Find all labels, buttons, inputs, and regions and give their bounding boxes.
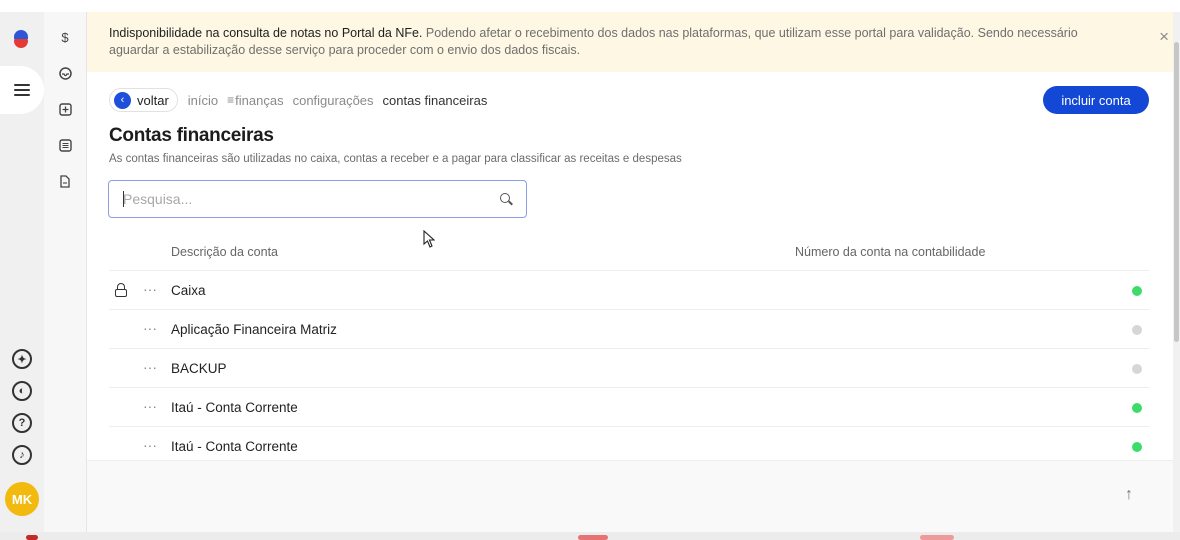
- text-caret: [123, 191, 124, 207]
- table-row[interactable]: ··· Aplicação Financeira Matriz: [109, 310, 1149, 349]
- menu-button[interactable]: [0, 66, 44, 114]
- table-row[interactable]: ··· BACKUP: [109, 349, 1149, 388]
- back-button[interactable]: ‹ voltar: [109, 88, 178, 112]
- account-description: Itaú - Conta Corrente: [171, 400, 298, 415]
- chevron-left-icon: ‹: [114, 91, 131, 109]
- scroll-to-top-icon[interactable]: ↑: [1125, 486, 1133, 504]
- scrollbar-thumb[interactable]: [1174, 42, 1179, 342]
- app-logo-icon[interactable]: [14, 30, 28, 48]
- menu-lines-icon: ≡: [227, 93, 235, 107]
- notification-bell-icon[interactable]: ♪: [12, 445, 32, 465]
- module-icon-column: $: [44, 12, 87, 532]
- close-icon[interactable]: ×: [1159, 28, 1169, 45]
- contrast-icon[interactable]: ◐: [12, 381, 32, 401]
- table-row[interactable]: ··· Caixa: [109, 271, 1149, 310]
- row-menu-icon[interactable]: ···: [143, 398, 157, 414]
- account-description: BACKUP: [171, 361, 227, 376]
- add-account-button[interactable]: incluir conta: [1043, 86, 1149, 114]
- status-indicator: [1132, 403, 1142, 413]
- status-indicator: [1132, 364, 1142, 374]
- breadcrumb-configuracoes[interactable]: configurações: [293, 93, 374, 108]
- row-menu-icon[interactable]: ···: [143, 437, 157, 453]
- top-strip: [0, 0, 1180, 12]
- lock-icon: [115, 283, 127, 297]
- mouse-cursor-icon: [423, 230, 435, 248]
- hamburger-menu-icon: [14, 84, 30, 96]
- dollar-icon[interactable]: $: [58, 30, 72, 45]
- breadcrumb-inicio[interactable]: início: [188, 93, 218, 108]
- row-menu-icon[interactable]: ···: [143, 281, 157, 297]
- list-footer-area: [87, 460, 1173, 532]
- status-indicator: [1132, 325, 1142, 335]
- column-header-description[interactable]: Descrição da conta: [171, 245, 278, 259]
- account-description: Caixa: [171, 283, 206, 298]
- scrollbar[interactable]: [1173, 12, 1180, 532]
- breadcrumb: ‹ voltar início ≡ finanças configurações…: [109, 88, 496, 112]
- left-rail: ✦ ◐ ? ♪ MK: [0, 12, 44, 532]
- service-alert-banner: Indisponibilidade na consulta de notas n…: [87, 12, 1173, 72]
- avatar[interactable]: MK: [5, 482, 39, 516]
- table-header: Descrição da conta Número da conta na co…: [109, 238, 1149, 271]
- row-menu-icon[interactable]: ···: [143, 359, 157, 375]
- row-menu-icon[interactable]: ···: [143, 320, 157, 336]
- search-input[interactable]: [123, 190, 483, 208]
- help-icon[interactable]: ?: [12, 413, 32, 433]
- page-title: Contas financeiras: [109, 125, 274, 146]
- network-icon[interactable]: ✦: [12, 349, 32, 369]
- search-icon[interactable]: [500, 193, 513, 206]
- main-content: Indisponibilidade na consulta de notas n…: [87, 12, 1173, 532]
- inbox-icon[interactable]: [58, 66, 72, 80]
- document-icon[interactable]: [58, 174, 72, 188]
- banner-title: Indisponibilidade na consulta de notas n…: [109, 26, 423, 40]
- account-description: Aplicação Financeira Matriz: [171, 322, 337, 337]
- bottom-strip: [0, 532, 1180, 540]
- column-header-account-number[interactable]: Número da conta na contabilidade: [795, 245, 985, 259]
- search-box: [108, 180, 527, 218]
- status-indicator: [1132, 442, 1142, 452]
- account-description: Itaú - Conta Corrente: [171, 439, 298, 454]
- plus-box-icon[interactable]: [58, 102, 72, 116]
- breadcrumb-contas-financeiras: contas financeiras: [382, 92, 488, 108]
- table-row[interactable]: ··· Itaú - Conta Corrente: [109, 388, 1149, 427]
- list-box-icon[interactable]: [58, 138, 72, 152]
- accounts-table: Descrição da conta Número da conta na co…: [109, 238, 1149, 466]
- page-subtitle: As contas financeiras são utilizadas no …: [109, 153, 682, 165]
- breadcrumb-financas[interactable]: finanças: [235, 93, 283, 108]
- status-indicator: [1132, 286, 1142, 296]
